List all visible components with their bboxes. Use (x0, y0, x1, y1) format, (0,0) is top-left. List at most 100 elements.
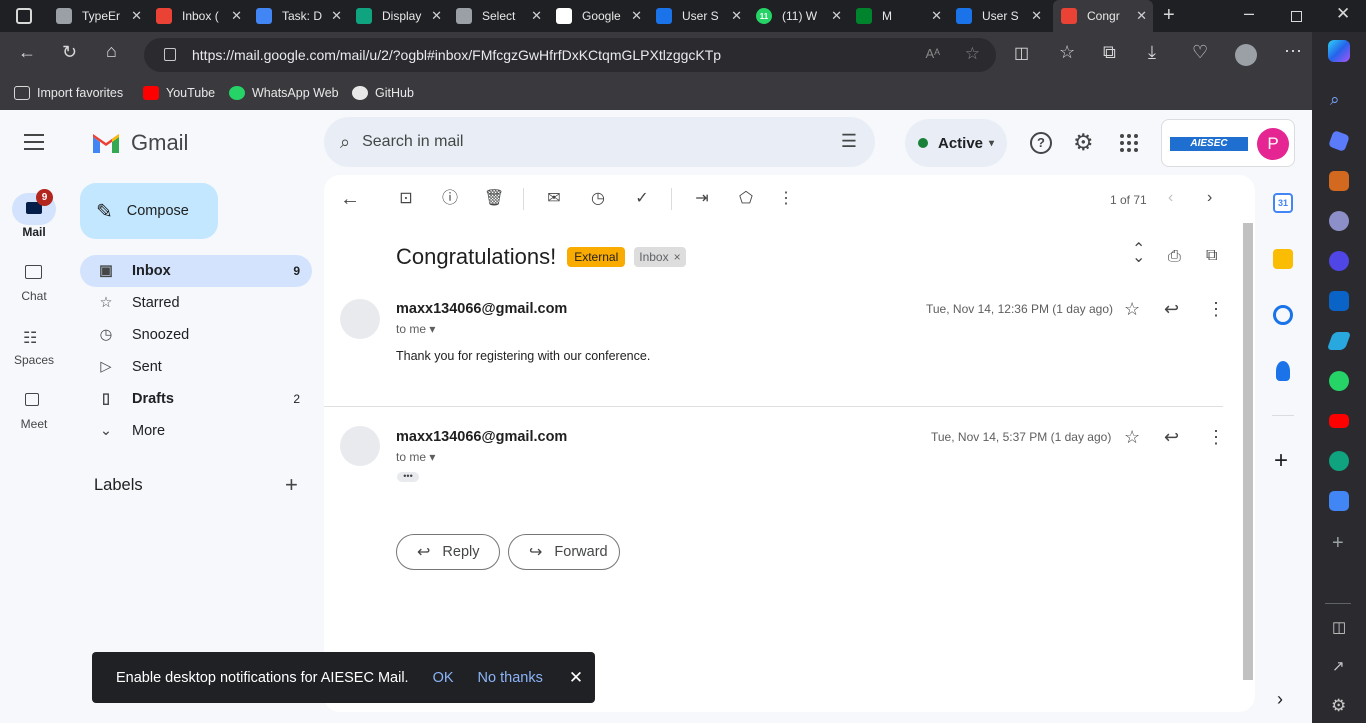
browser-tab[interactable]: Display ✕ (348, 0, 448, 32)
browser-tab[interactable]: Task: D ✕ (248, 0, 348, 32)
close-tab-icon[interactable]: ✕ (231, 8, 242, 24)
nav-starred[interactable]: ☆ Starred (80, 287, 312, 319)
reply-button[interactable]: ↩ Reply (396, 534, 500, 570)
star-message-icon[interactable]: ☆ (1124, 427, 1140, 448)
outlook-icon[interactable] (1329, 291, 1349, 311)
add-label-icon[interactable]: + (285, 472, 298, 498)
compose-button[interactable]: ✎ Compose (80, 183, 218, 239)
main-menu-icon[interactable] (24, 134, 44, 150)
rail-meet-label[interactable]: Meet (0, 417, 68, 431)
reply-icon[interactable]: ↩ (1164, 427, 1179, 448)
browser-essentials-icon[interactable]: ♡ (1192, 42, 1208, 63)
close-tab-icon[interactable]: ✕ (631, 8, 642, 24)
keep-icon[interactable] (1273, 249, 1293, 269)
close-icon[interactable]: ✕ (569, 668, 583, 688)
collections-icon[interactable]: ⧉ (1103, 42, 1116, 63)
url-field[interactable]: https://mail.google.com/mail/u/2/?ogbl#i… (144, 38, 996, 72)
restore-icon[interactable] (1291, 11, 1302, 22)
label-icon[interactable]: ⬠ (736, 189, 756, 209)
spaces-icon[interactable]: ☷ (23, 328, 37, 348)
browser-tab[interactable]: Congr ✕ (1053, 0, 1153, 32)
browser-tab[interactable]: User S ✕ (948, 0, 1048, 32)
star-message-icon[interactable]: ☆ (1124, 299, 1140, 320)
bookmark-whatsapp[interactable]: WhatsApp Web (229, 86, 339, 100)
report-spam-icon[interactable]: ⓘ (440, 189, 460, 209)
browser-tab[interactable]: User S ✕ (648, 0, 748, 32)
microsoft-365-icon[interactable] (1329, 251, 1349, 271)
whatsapp-sidebar-icon[interactable] (1329, 371, 1349, 391)
nav-inbox[interactable]: ▣ Inbox 9 (80, 255, 312, 287)
back-to-inbox-icon[interactable]: ← (340, 189, 360, 209)
more-vert-icon[interactable]: ⋮ (1207, 427, 1225, 448)
close-tab-icon[interactable]: ✕ (1136, 8, 1147, 24)
home-icon[interactable]: ⌂ (106, 41, 117, 62)
more-vert-icon[interactable]: ⋮ (776, 189, 796, 209)
help-icon[interactable]: ? (1030, 132, 1052, 154)
favorites-icon[interactable]: ☆ (1059, 42, 1075, 63)
close-tab-icon[interactable]: ✕ (731, 8, 742, 24)
delete-icon[interactable]: 🗑 (484, 189, 504, 209)
close-window-icon[interactable]: ✕ (1336, 4, 1350, 24)
recipient-line[interactable]: to me ▾ (396, 322, 435, 336)
browser-tab[interactable]: TypeEr ✕ (48, 0, 148, 32)
rail-chat-label[interactable]: Chat (0, 289, 68, 303)
calendar-icon[interactable]: 31 (1273, 193, 1293, 213)
mark-unread-icon[interactable]: ✉ (544, 189, 564, 209)
search-bar[interactable]: ⌕ Search in mail ☰ (324, 117, 875, 167)
archive-icon[interactable]: ⊡ (396, 189, 416, 209)
sidebar-panel-icon[interactable]: ◫ (1332, 618, 1346, 636)
nav-snoozed[interactable]: ◷ Snoozed (80, 319, 312, 351)
refresh-icon[interactable]: ↻ (62, 42, 77, 63)
downloads-icon[interactable]: ⤓ (1148, 42, 1156, 63)
snooze-icon[interactable]: ◷ (588, 189, 608, 209)
new-tab-icon[interactable]: + (1163, 4, 1175, 27)
minimize-icon[interactable]: – (1244, 3, 1254, 24)
recipient-line[interactable]: to me ▾ (396, 450, 435, 464)
tasks-icon[interactable] (1273, 305, 1293, 325)
add-task-icon[interactable]: ✓ (632, 189, 652, 209)
close-tab-icon[interactable]: ✕ (431, 8, 442, 24)
contacts-icon[interactable] (1276, 361, 1290, 381)
show-trimmed-content-icon[interactable]: ••• (397, 472, 419, 482)
nav-more[interactable]: ⌄ More (80, 415, 312, 447)
rail-mail-label[interactable]: Mail (0, 225, 68, 239)
next-page-icon[interactable]: › (1207, 189, 1212, 207)
close-tab-icon[interactable]: ✕ (531, 8, 542, 24)
nav-sent[interactable]: ▷ Sent (80, 351, 312, 383)
open-new-window-icon[interactable]: ⧉ (1206, 247, 1217, 265)
browser-tab[interactable]: M ✕ (848, 0, 948, 32)
youtube-sidebar-icon[interactable] (1329, 414, 1349, 428)
sender-avatar[interactable] (340, 426, 380, 466)
sender-avatar[interactable] (340, 299, 380, 339)
scrollbar[interactable] (1243, 223, 1253, 680)
more-vert-icon[interactable]: ⋮ (1207, 299, 1225, 320)
tools-icon[interactable] (1329, 171, 1349, 191)
browser-tab[interactable]: Google ✕ (548, 0, 648, 32)
search-sidebar-icon[interactable]: ⌕ (1330, 90, 1340, 110)
profile-icon[interactable] (1235, 44, 1257, 66)
search-icon[interactable]: ⌕ (340, 132, 350, 153)
settings-gear-icon[interactable]: ⚙ (1073, 129, 1094, 156)
chat-icon[interactable] (25, 265, 42, 279)
move-to-icon[interactable]: ⇥ (692, 189, 712, 209)
browser-tab[interactable]: Select ✕ (448, 0, 548, 32)
favorite-star-icon[interactable]: ☆ (965, 44, 980, 64)
sender-email[interactable]: maxx134066@gmail.com (396, 429, 567, 445)
print-icon[interactable]: ⎙ (1168, 248, 1181, 266)
bookmark-github[interactable]: GitHub (352, 86, 414, 100)
apps-grid-icon[interactable] (1120, 134, 1138, 152)
tab-actions-icon[interactable] (16, 8, 32, 24)
close-tab-icon[interactable]: ✕ (831, 8, 842, 24)
reply-icon[interactable]: ↩ (1164, 299, 1179, 320)
close-tab-icon[interactable]: ✕ (331, 8, 342, 24)
sidebar-settings-icon[interactable]: ⚙ (1331, 696, 1346, 716)
browser-tab[interactable]: Inbox (✕ (148, 0, 248, 32)
search-input[interactable]: Search in mail (362, 133, 463, 151)
search-options-icon[interactable]: ☰ (841, 131, 857, 152)
games-icon[interactable] (1329, 211, 1349, 231)
chatgpt-sidebar-icon[interactable] (1329, 451, 1349, 471)
add-sidebar-icon[interactable]: + (1332, 532, 1344, 555)
remove-label-icon[interactable]: × (674, 250, 681, 264)
rail-mail-pill[interactable]: 9 (12, 189, 56, 225)
read-aloud-icon[interactable]: Aᴬ (925, 46, 940, 61)
